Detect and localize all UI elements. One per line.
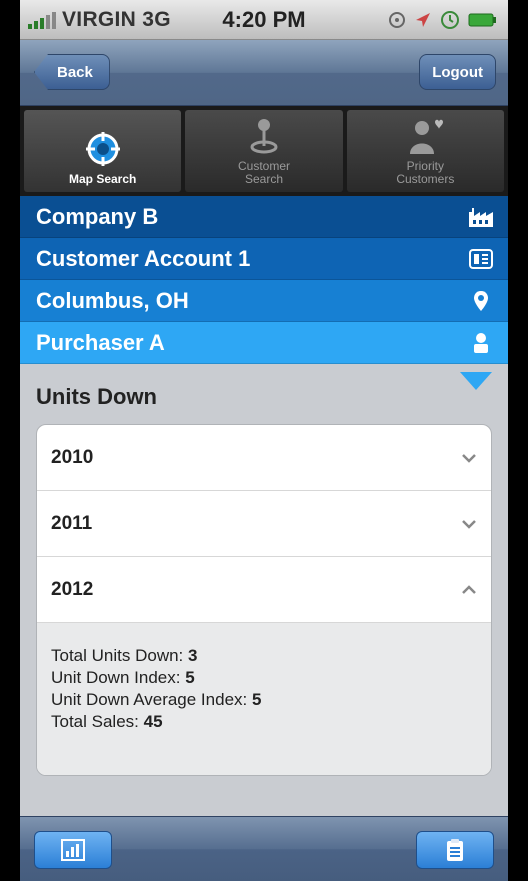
clipboard-icon xyxy=(447,839,463,861)
section-title: Units Down xyxy=(36,384,157,409)
detail-line: Unit Down Index: 5 xyxy=(51,668,195,687)
logout-button[interactable]: Logout xyxy=(419,54,496,90)
detail-line: Unit Down Average Index: 5 xyxy=(51,690,262,709)
phone-screen: VIRGIN 3G 4:20 PM Back Logout Map Search… xyxy=(20,0,508,881)
breadcrumb-location[interactable]: Columbus, OH xyxy=(20,280,508,322)
accordion-detail-2012: Total Units Down: 3 Unit Down Index: 5 U… xyxy=(37,623,491,775)
bar-chart-icon xyxy=(61,839,85,861)
chevron-down-icon xyxy=(462,519,476,529)
alarm-icon xyxy=(441,11,459,29)
id-card-icon xyxy=(468,247,494,271)
breadcrumb-label: Columbus, OH xyxy=(36,287,189,313)
tab-priority-customers[interactable]: Priority Customers xyxy=(346,110,504,192)
accordion-row-2010[interactable]: 2010 xyxy=(37,425,491,491)
year-label: 2010 xyxy=(51,446,94,468)
breadcrumb-account[interactable]: Customer Account 1 xyxy=(20,238,508,280)
navigation-bar: Back Logout xyxy=(20,40,508,106)
tab-label: Priority Customers xyxy=(396,159,455,186)
bottom-toolbar xyxy=(20,816,508,881)
tab-label: Customer Search xyxy=(237,159,290,186)
location-pin-icon xyxy=(468,289,494,313)
location-arrow-icon xyxy=(416,13,430,27)
year-label: 2012 xyxy=(51,578,94,600)
clipboard-button[interactable] xyxy=(416,831,494,869)
chart-button[interactable] xyxy=(34,831,112,869)
chevron-up-icon xyxy=(462,584,476,594)
accordion-row-2011[interactable]: 2011 xyxy=(37,491,491,557)
factory-icon xyxy=(468,205,494,229)
breadcrumb-label: Purchaser A xyxy=(36,329,165,355)
breadcrumb-purchaser[interactable]: Purchaser A xyxy=(20,322,508,364)
detail-line: Total Units Down: 3 xyxy=(51,646,198,665)
status-icons xyxy=(388,10,498,30)
tab-customer-search[interactable]: Customer Search xyxy=(185,110,343,192)
tab-map-search[interactable]: Map Search xyxy=(24,110,182,192)
person-icon xyxy=(468,331,494,355)
battery-icon xyxy=(468,13,496,27)
tab-label: Map Search xyxy=(68,172,137,186)
lock-rotation-icon xyxy=(389,12,405,28)
chevron-down-icon xyxy=(462,453,476,463)
year-accordion: 2010 2011 2012 Total Units Down: 3 Unit … xyxy=(36,424,492,776)
detail-line: Total Sales: 45 xyxy=(51,712,163,731)
breadcrumb-label: Customer Account 1 xyxy=(36,245,251,271)
breadcrumb-label: Company B xyxy=(36,203,159,229)
status-bar: VIRGIN 3G 4:20 PM xyxy=(20,0,508,40)
tab-bar: Map Search Customer Search Priority Cust… xyxy=(20,106,508,196)
crosshair-icon xyxy=(85,132,120,166)
year-label: 2011 xyxy=(51,512,93,534)
breadcrumb-pointer xyxy=(460,372,492,390)
breadcrumb-company[interactable]: Company B xyxy=(20,196,508,238)
person-heart-icon xyxy=(410,119,444,154)
back-button[interactable]: Back xyxy=(34,54,110,90)
map-pin-icon xyxy=(250,119,278,154)
accordion-row-2012[interactable]: 2012 xyxy=(37,557,491,623)
